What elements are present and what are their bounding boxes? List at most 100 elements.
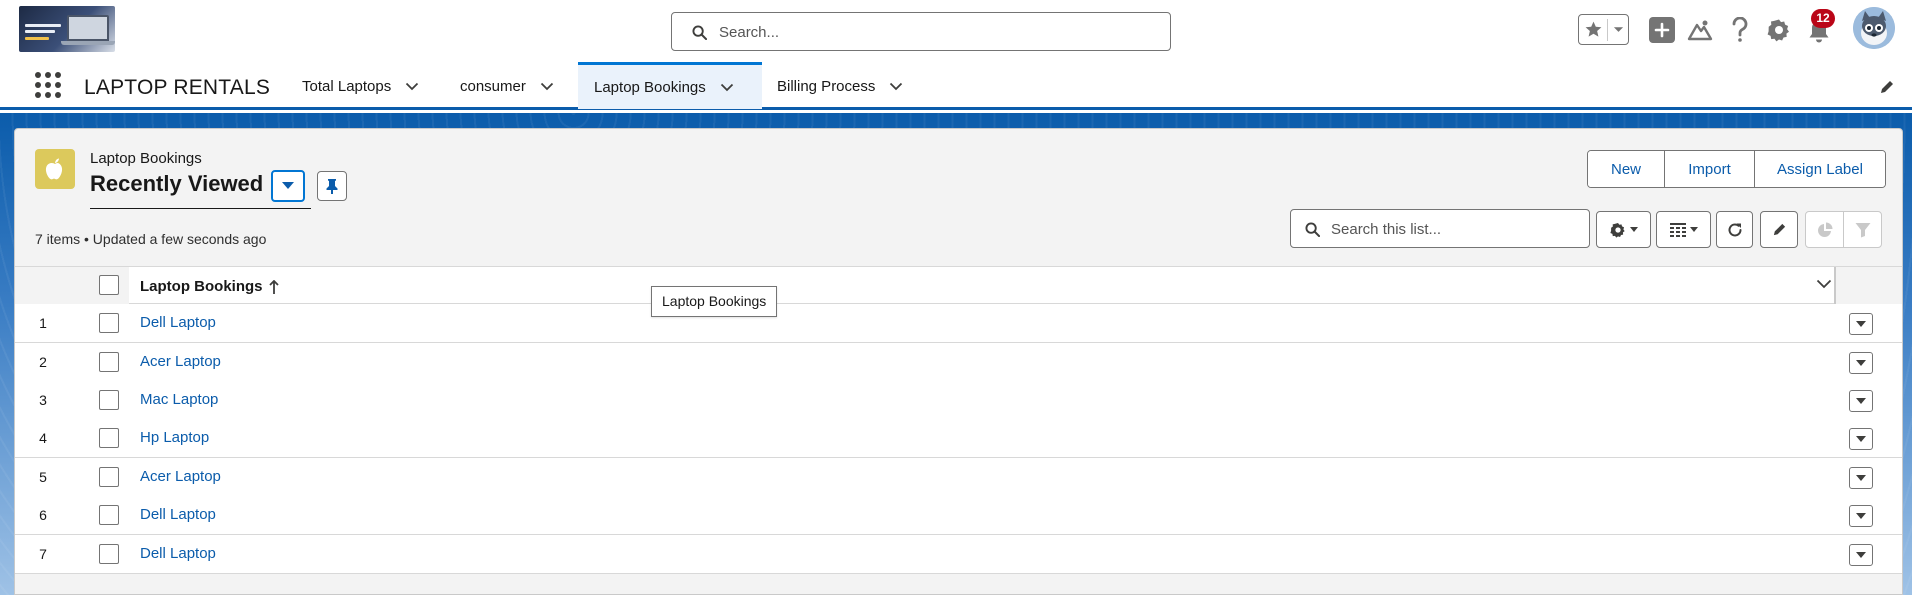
tab-billing-process[interactable]: Billing Process xyxy=(763,63,917,110)
column-header-label: Laptop Bookings xyxy=(140,278,263,295)
row-checkbox[interactable] xyxy=(99,428,119,448)
chevron-down-icon[interactable] xyxy=(889,82,903,91)
app-launcher-icon[interactable] xyxy=(35,72,61,98)
table-row: 3 Mac Laptop xyxy=(15,381,1902,420)
row-number: 3 xyxy=(39,392,47,408)
search-icon xyxy=(692,25,707,40)
record-link[interactable]: Dell Laptop xyxy=(140,314,216,331)
star-icon[interactable] xyxy=(1584,20,1603,39)
tab-laptop-bookings[interactable]: Laptop Bookings xyxy=(578,62,762,109)
logo-laptop-graphic xyxy=(61,15,115,45)
list-search-input[interactable] xyxy=(1331,219,1581,239)
record-link[interactable]: Dell Laptop xyxy=(140,506,216,523)
record-link[interactable]: Acer Laptop xyxy=(140,468,221,485)
help-icon xyxy=(1732,17,1748,42)
global-search-input[interactable] xyxy=(719,22,1149,42)
pin-list-view-button[interactable] xyxy=(317,171,347,201)
table-header-row: Laptop Bookings xyxy=(15,266,1902,304)
row-checkbox[interactable] xyxy=(99,467,119,487)
title-underline xyxy=(90,208,311,209)
tab-label: Total Laptops xyxy=(302,78,392,95)
filter-icon xyxy=(1855,222,1870,237)
column-header-tooltip: Laptop Bookings xyxy=(651,286,778,317)
global-actions-button[interactable] xyxy=(1649,17,1675,43)
list-view-picker-button[interactable] xyxy=(271,170,305,202)
row-actions-button[interactable] xyxy=(1849,313,1873,335)
astro-avatar-icon xyxy=(1853,7,1895,49)
app-navigation-bar: LAPTOP RENTALS Total Laptops consumer La… xyxy=(0,60,1912,110)
record-link[interactable]: Acer Laptop xyxy=(140,353,221,370)
chevron-down-icon[interactable] xyxy=(720,83,734,92)
sort-ascending-icon xyxy=(268,279,279,294)
table-row: 4 Hp Laptop xyxy=(15,419,1902,458)
list-view-card: Laptop Bookings Recently Viewed 7 items … xyxy=(14,128,1903,595)
object-label: Laptop Bookings xyxy=(90,150,202,167)
column-header-laptop-bookings[interactable]: Laptop Bookings xyxy=(140,278,279,295)
app-name: LAPTOP RENTALS xyxy=(84,76,271,99)
row-actions-button[interactable] xyxy=(1849,428,1873,450)
row-actions-button[interactable] xyxy=(1849,352,1873,374)
assign-label-button[interactable]: Assign Label xyxy=(1754,151,1885,187)
user-avatar[interactable] xyxy=(1853,7,1895,49)
pencil-icon[interactable] xyxy=(1879,79,1895,95)
row-number: 2 xyxy=(39,354,47,370)
setup-button[interactable] xyxy=(1765,16,1793,44)
refresh-button[interactable] xyxy=(1716,211,1753,248)
caret-down-icon xyxy=(1856,436,1866,442)
tab-label: Laptop Bookings xyxy=(594,78,706,96)
caret-down-icon xyxy=(1856,360,1866,366)
trailhead-icon xyxy=(1687,20,1713,41)
favorites-button-group xyxy=(1578,14,1629,45)
tab-total-laptops[interactable]: Total Laptops xyxy=(288,63,433,110)
help-button[interactable] xyxy=(1727,16,1753,44)
notification-count-badge: 12 xyxy=(1811,9,1835,28)
tab-consumer[interactable]: consumer xyxy=(446,63,568,110)
global-search-box[interactable] xyxy=(671,12,1171,51)
row-number: 4 xyxy=(39,430,47,446)
charts-button[interactable] xyxy=(1805,211,1844,248)
table-row: 6 Dell Laptop xyxy=(15,496,1902,535)
row-actions-header xyxy=(1836,267,1902,304)
row-number: 5 xyxy=(39,469,47,485)
list-view-status: 7 items • Updated a few seconds ago xyxy=(35,231,267,247)
chevron-down-icon[interactable] xyxy=(1816,279,1832,289)
inline-edit-button[interactable] xyxy=(1760,211,1798,248)
caret-down-icon xyxy=(1856,513,1866,519)
gear-icon xyxy=(1609,222,1625,238)
list-search-box[interactable] xyxy=(1290,209,1590,248)
record-link[interactable]: Mac Laptop xyxy=(140,391,218,408)
new-button[interactable]: New xyxy=(1588,151,1664,187)
table-row: 5 Acer Laptop xyxy=(15,458,1902,497)
tab-label: Billing Process xyxy=(777,78,876,95)
filters-button[interactable] xyxy=(1843,211,1882,248)
row-number: 7 xyxy=(39,546,47,562)
row-checkbox[interactable] xyxy=(99,352,119,372)
search-icon xyxy=(1305,222,1320,237)
logo-graphic xyxy=(25,37,49,40)
org-logo[interactable] xyxy=(19,6,115,52)
row-actions-button[interactable] xyxy=(1849,505,1873,527)
list-view-controls-button[interactable] xyxy=(1596,211,1651,248)
chevron-down-icon[interactable] xyxy=(1613,26,1624,34)
list-view-title: Recently Viewed xyxy=(90,171,264,196)
record-link[interactable]: Dell Laptop xyxy=(140,545,216,562)
import-button[interactable]: Import xyxy=(1664,151,1754,187)
row-checkbox[interactable] xyxy=(99,313,119,333)
row-checkbox[interactable] xyxy=(99,505,119,525)
chevron-down-icon[interactable] xyxy=(540,82,554,91)
display-as-table-button[interactable] xyxy=(1656,211,1711,248)
row-checkbox[interactable] xyxy=(99,390,119,410)
table-row: 1 Dell Laptop xyxy=(15,304,1902,343)
table-row: 7 Dell Laptop xyxy=(15,535,1902,574)
table-icon xyxy=(1669,222,1686,237)
select-all-checkbox[interactable] xyxy=(99,275,119,295)
record-link[interactable]: Hp Laptop xyxy=(140,429,209,446)
row-checkbox[interactable] xyxy=(99,544,119,564)
row-actions-button[interactable] xyxy=(1849,390,1873,412)
row-actions-button[interactable] xyxy=(1849,544,1873,566)
row-number: 6 xyxy=(39,507,47,523)
trailhead-button[interactable] xyxy=(1686,16,1714,44)
chevron-down-icon[interactable] xyxy=(405,82,419,91)
row-actions-button[interactable] xyxy=(1849,467,1873,489)
plus-icon xyxy=(1654,22,1670,38)
